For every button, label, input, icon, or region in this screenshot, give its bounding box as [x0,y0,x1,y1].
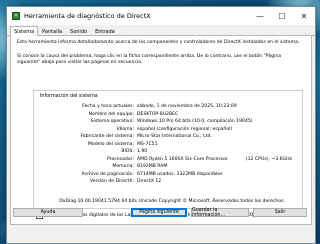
info-row-os: Sistema operativo: Windows 10 Pro 64 bit… [34,118,302,126]
tab-entrada[interactable]: Entrada [91,28,119,35]
info-label: Fabricante del sistema: [80,134,134,139]
info-row-computer-name: Nombre del equipo: DESKTOP-8U2BEC [34,111,302,119]
save-info-button[interactable]: Guardar la información... [191,208,249,218]
tab-pantalla[interactable]: Pantalla [38,28,66,35]
info-label: Procesador: [107,156,134,162]
info-label: Fecha y hora actuales: [82,104,134,109]
info-row-manufacturer: Fabricante del sistema: Micro-Star Inter… [34,133,302,141]
info-row-model: Modelo del sistema: MS-7C51 [34,141,302,149]
info-row-pagefile: Archivo de paginación: 6714MB usados, 33… [34,171,302,179]
info-label: Memoria: [112,164,134,169]
info-row-processor: Procesador: AMD Ryzen 5 1600X Six-Core P… [34,156,302,164]
info-value: 6714MB usados, 3322MB disponibles [137,171,223,177]
info-label: Sistema operativo: [90,119,134,124]
info-value: 8192MB RAM [137,164,168,169]
info-value: español (configuración regional: español… [137,126,233,132]
info-label: Idioma: [116,126,134,132]
version-copyright: DxDiag 10.00.19041.5794 64 bits Unicode … [59,199,285,204]
group-title: Información del sistema [40,94,98,99]
info-label: BIOS: [121,149,134,154]
info-value: sábado, 1 de noviembre de 2025, 10:23:09 [137,104,237,109]
help-text: Si conoce la causa del problema, haga cl… [17,54,282,65]
directx-icon: ✕ [12,12,20,20]
info-row-language: Idioma: español (configuración regional:… [34,126,302,134]
info-label: Archivo de paginación: [81,171,134,177]
info-value: DESKTOP-8U2BEC [137,111,179,117]
info-value: MS-7C51 [137,141,158,147]
tab-bar: Sistema Pantalla Sonido Entrada [7,25,315,36]
info-row-bios: BIOS: 1.90 [34,148,302,156]
tab-sonido[interactable]: Sonido [66,28,91,35]
info-value: Micro-Star International Co., Ltd. [137,134,212,139]
system-info-group: Información del sistema Fecha y hora act… [33,90,303,209]
info-value: AMD Ryzen 5 1600X Six-Core Processor (12 … [137,156,302,164]
help-button[interactable]: Ayuda [13,208,83,217]
window-title: Herramienta de diagnóstico de DirectX [24,12,151,20]
info-label: Modelo del sistema: [87,141,134,147]
processor-name: AMD Ryzen 5 1600X Six-Core Processor [137,156,228,162]
info-row-datetime: Fecha y hora actuales: sábado, 1 de novi… [34,103,302,111]
info-value: DirectX 12 [137,179,162,184]
maximize-icon[interactable]: ☐ [271,7,293,25]
info-label: Versión de DirectX: [89,179,134,184]
next-page-button[interactable]: Página siguiente [131,208,187,217]
info-row-directx: Versión de DirectX: DirectX 12 [34,178,302,186]
exit-button[interactable]: Salir [253,208,307,217]
info-value: 1.90 [137,149,148,154]
system-tab-panel: Esta herramienta informa detalladamente … [10,36,312,225]
info-label: Nombre del equipo: [88,111,134,117]
minimize-icon[interactable]: — [249,7,271,25]
dxdiag-window: ✕ Herramienta de diagnóstico de DirectX … [6,6,316,244]
info-row-memory: Memoria: 8192MB RAM [34,163,302,171]
tab-sistema[interactable]: Sistema [10,26,39,36]
title-bar[interactable]: ✕ Herramienta de diagnóstico de DirectX … [7,7,315,25]
close-icon[interactable]: ✕ [293,7,315,25]
processor-detail: (12 CPUs), ~3.6GHz [245,156,292,162]
info-value: Windows 10 Pro 64 bits (10.0, compilació… [137,119,253,124]
intro-text: Esta herramienta informa detalladamente … [17,40,300,45]
